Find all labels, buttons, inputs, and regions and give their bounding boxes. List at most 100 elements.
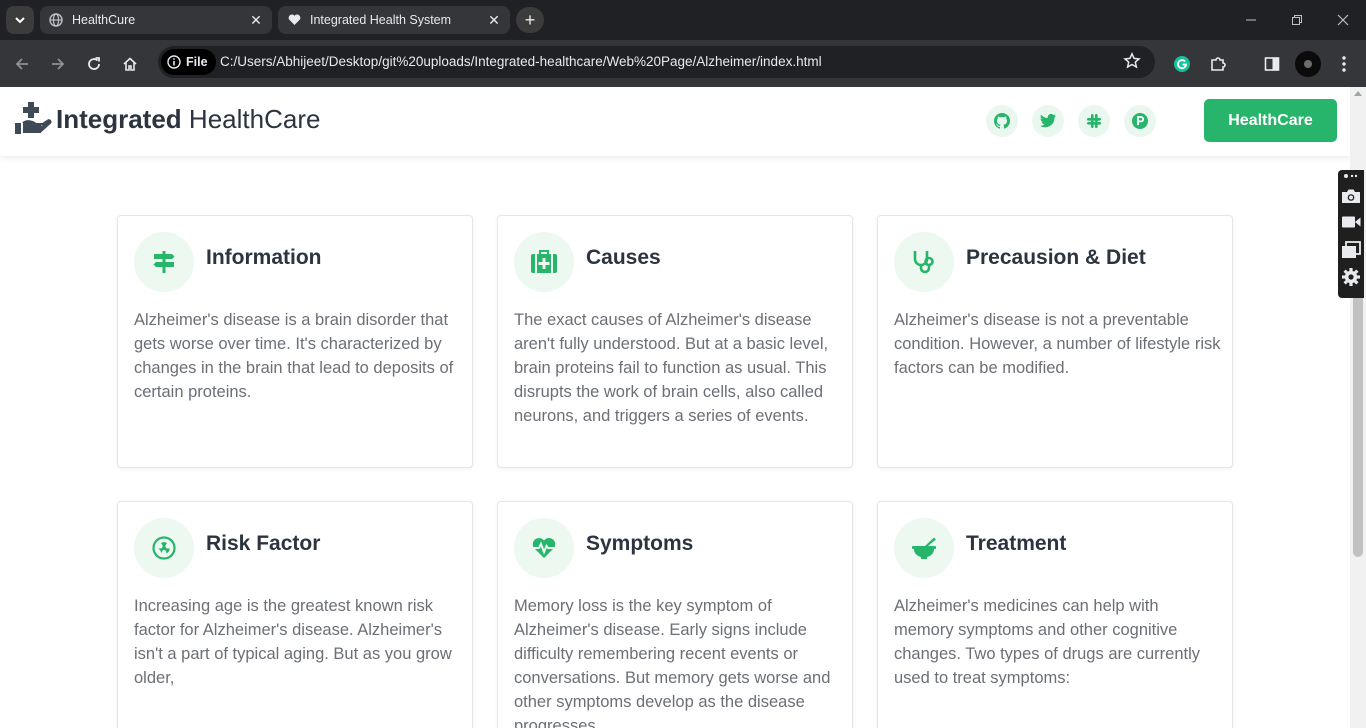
grammarly-extension-button[interactable] bbox=[1168, 50, 1196, 78]
twitter-icon bbox=[1040, 113, 1056, 128]
close-tab-icon[interactable]: ✕ bbox=[486, 12, 502, 28]
heartbeat-icon bbox=[532, 538, 556, 558]
restore-window-button[interactable] bbox=[1274, 0, 1320, 40]
minimize-window-button[interactable] bbox=[1228, 0, 1274, 40]
browser-tab-integrated-health-system[interactable]: Integrated Health System ✕ bbox=[278, 6, 510, 34]
card-title: Information bbox=[206, 246, 322, 269]
globe-icon bbox=[48, 12, 64, 28]
card-icon-badge bbox=[894, 232, 954, 292]
avatar-icon bbox=[1295, 51, 1321, 77]
slack-link[interactable] bbox=[1078, 105, 1110, 137]
profile-avatar-button[interactable] bbox=[1294, 50, 1322, 78]
brand-name-light: HealthCare bbox=[188, 103, 321, 134]
card-icon-badge bbox=[894, 518, 954, 578]
info-icon bbox=[167, 55, 181, 69]
more-horizontal-icon bbox=[1344, 174, 1358, 178]
brand-logo-link[interactable]: Integrated HealthCare bbox=[14, 101, 320, 137]
extensions-button[interactable] bbox=[1204, 50, 1232, 78]
card-icon-badge bbox=[514, 518, 574, 578]
extension-settings-button[interactable] bbox=[1341, 267, 1361, 287]
arrow-right-icon bbox=[52, 58, 65, 70]
more-vertical-icon bbox=[1342, 56, 1346, 72]
hand-holding-medical-icon bbox=[15, 102, 52, 134]
close-icon bbox=[1337, 14, 1349, 26]
gear-icon bbox=[1342, 268, 1360, 286]
browser-menu-button[interactable] bbox=[1330, 50, 1358, 78]
video-camera-icon bbox=[1342, 216, 1361, 228]
card-icon-badge bbox=[134, 518, 194, 578]
info-card-precaution-diet: Precausion & Diet Alzheimer's disease is… bbox=[877, 215, 1233, 468]
info-card-causes: Causes The exact causes of Alzheimer's d… bbox=[497, 215, 853, 468]
home-icon bbox=[123, 57, 137, 71]
close-tab-icon[interactable]: ✕ bbox=[248, 12, 264, 28]
screen-capture-extension-toolbar bbox=[1338, 170, 1364, 298]
plus-icon: + bbox=[524, 9, 536, 30]
card-title: Risk Factor bbox=[206, 532, 321, 555]
healthcare-button[interactable]: HealthCare bbox=[1204, 99, 1337, 142]
bookmark-star-icon[interactable] bbox=[1123, 51, 1141, 75]
scrollbar-thumb[interactable] bbox=[1353, 292, 1363, 557]
new-tab-button[interactable]: + bbox=[516, 7, 544, 33]
home-button[interactable] bbox=[116, 50, 144, 78]
web-page: Integrated HealthCare HealthCare Informa… bbox=[0, 87, 1350, 728]
brand-name-strong: Integrated bbox=[56, 103, 182, 134]
extension-menu-button[interactable] bbox=[1341, 170, 1361, 182]
slack-icon bbox=[1087, 114, 1101, 128]
browser-toolbar: File C:/Users/Abhijeet/Desktop/git%20upl… bbox=[0, 40, 1366, 87]
github-link[interactable] bbox=[986, 105, 1018, 137]
mortar-pestle-icon bbox=[912, 537, 936, 559]
info-card-information: Information Alzheimer's disease is a bra… bbox=[117, 215, 473, 468]
product-hunt-icon bbox=[1132, 113, 1148, 129]
side-panel-button[interactable] bbox=[1258, 50, 1286, 78]
card-title: Precausion & Diet bbox=[966, 246, 1146, 269]
address-bar[interactable]: File C:/Users/Abhijeet/Desktop/git%20upl… bbox=[158, 46, 1155, 78]
site-info-chip[interactable]: File bbox=[161, 49, 216, 75]
site-header: Integrated HealthCare HealthCare bbox=[0, 87, 1350, 156]
capture-window-button[interactable] bbox=[1341, 240, 1361, 260]
grammarly-icon bbox=[1174, 56, 1190, 72]
card-icon-badge bbox=[134, 232, 194, 292]
tab-title: HealthCure bbox=[72, 13, 136, 27]
url-text[interactable]: C:/Users/Abhijeet/Desktop/git%20uploads/… bbox=[220, 54, 822, 69]
tab-title: Integrated Health System bbox=[310, 13, 452, 27]
card-text: Increasing age is the greatest known ris… bbox=[134, 597, 452, 687]
card-text: Memory loss is the key symptom of Alzhei… bbox=[514, 597, 831, 728]
info-card-treatment: Treatment Alzheimer's medicines can help… bbox=[877, 501, 1233, 728]
camera-icon bbox=[1342, 189, 1360, 203]
stethoscope-icon bbox=[913, 251, 934, 274]
product-hunt-link[interactable] bbox=[1124, 105, 1156, 137]
restore-icon bbox=[1292, 15, 1302, 25]
card-title: Causes bbox=[586, 246, 661, 269]
brand-name: Integrated HealthCare bbox=[56, 104, 320, 135]
card-icon-badge bbox=[514, 232, 574, 292]
browser-tab-strip: HealthCure ✕ Integrated Health System ✕ … bbox=[0, 0, 1366, 40]
record-video-button[interactable] bbox=[1341, 212, 1361, 232]
browser-tab-healthcure[interactable]: HealthCure ✕ bbox=[40, 6, 272, 34]
puzzle-icon bbox=[1211, 57, 1226, 71]
twitter-link[interactable] bbox=[1032, 105, 1064, 137]
card-title: Treatment bbox=[966, 532, 1067, 555]
card-title: Symptoms bbox=[586, 532, 694, 555]
forward-button[interactable] bbox=[44, 50, 72, 78]
signpost-icon bbox=[153, 251, 175, 273]
first-aid-kit-icon bbox=[531, 250, 557, 273]
heart-icon bbox=[286, 12, 302, 28]
github-icon bbox=[993, 113, 1011, 129]
reload-button[interactable] bbox=[80, 50, 108, 78]
reload-icon bbox=[88, 57, 100, 70]
card-text: Alzheimer's disease is a brain disorder … bbox=[134, 311, 454, 401]
windows-stack-icon bbox=[1342, 241, 1361, 258]
capture-screenshot-button[interactable] bbox=[1341, 186, 1361, 206]
close-window-button[interactable] bbox=[1320, 0, 1366, 40]
card-text: The exact causes of Alzheimer's disease … bbox=[514, 311, 829, 425]
card-text: Alzheimer's disease is not a preventable… bbox=[894, 311, 1221, 377]
tab-search-button[interactable] bbox=[6, 6, 34, 34]
side-panel-icon bbox=[1264, 57, 1280, 71]
file-chip-label: File bbox=[186, 55, 208, 69]
back-button[interactable] bbox=[8, 50, 36, 78]
card-text: Alzheimer's medicines can help with memo… bbox=[894, 597, 1201, 687]
scroll-up-arrow-icon[interactable] bbox=[1354, 91, 1362, 96]
info-card-symptoms: Symptoms Memory loss is the key symptom … bbox=[497, 501, 853, 728]
chevron-down-icon bbox=[15, 17, 25, 24]
radiation-icon bbox=[152, 536, 176, 560]
